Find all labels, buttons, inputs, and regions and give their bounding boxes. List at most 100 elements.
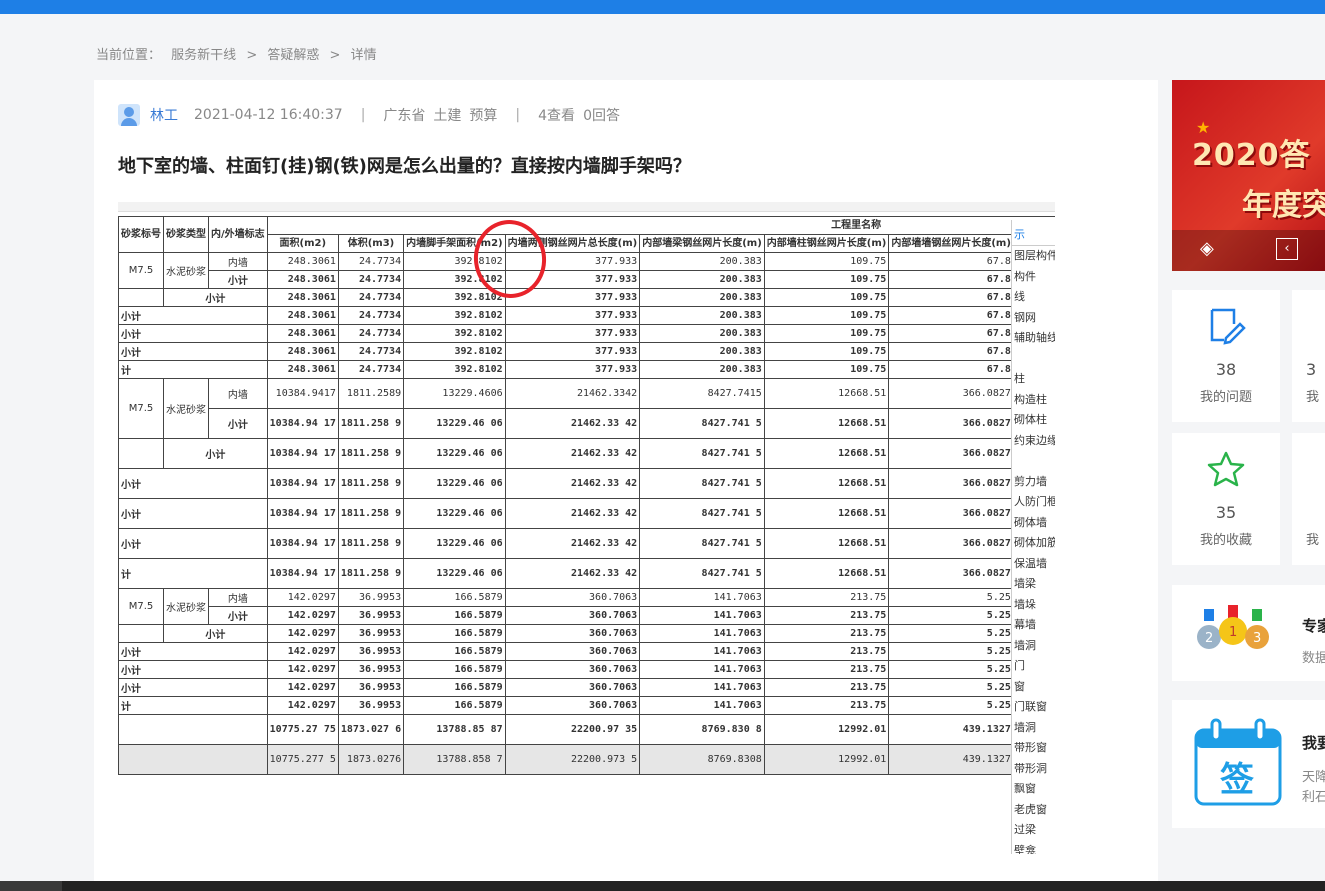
edit-icon xyxy=(1210,308,1246,345)
tree-item[interactable] xyxy=(1012,349,1055,370)
avatar[interactable] xyxy=(118,104,140,126)
table-cell: 13229.4606 xyxy=(403,378,506,409)
table-cell: 109.75 xyxy=(763,288,890,307)
tree-item[interactable]: 构件 xyxy=(1012,267,1055,288)
table-cell: 21462.33 42 xyxy=(504,468,641,499)
table-cell: 200.383 xyxy=(639,288,765,307)
tree-item[interactable]: 约束边缘 xyxy=(1012,431,1055,452)
tree-item[interactable]: 过梁 xyxy=(1012,820,1055,841)
tree-item[interactable]: 砌体柱 xyxy=(1012,410,1055,431)
table-cell: 小计 xyxy=(118,660,268,679)
tree-item[interactable]: 窗 xyxy=(1012,677,1055,698)
table-cell: 109.75 xyxy=(763,324,890,343)
table-header-cell: 内部墙墙钢丝网片长度(m) xyxy=(888,234,1014,253)
tree-item[interactable]: 老虎窗 xyxy=(1012,800,1055,821)
table-row: M7.5 水泥砂浆 内墙 142.0297 36.9953 166.5879 360.706… xyxy=(118,588,1055,625)
table-row: 小计 10384.94 17 1811.258 9 13229.46 06 21462.… xyxy=(118,438,1055,469)
table-cell: 水泥砂浆 xyxy=(163,378,209,439)
tree-item[interactable]: 人防门框 xyxy=(1012,492,1055,513)
my-favorites-card[interactable]: 35 我的收藏 xyxy=(1172,433,1280,565)
table-cell: 213.75 xyxy=(763,588,890,607)
banner-prev-button[interactable]: ‹ xyxy=(1276,238,1298,260)
tree-item[interactable]: 线 xyxy=(1012,287,1055,308)
table-cell: 5.25 xyxy=(888,624,1014,643)
promo-banner[interactable]: ★ 2020答 年度突 ◈ ‹ xyxy=(1172,80,1325,271)
author-name[interactable]: 林工 xyxy=(150,105,178,125)
table-cell: 13229.46 06 xyxy=(403,468,506,499)
tree-item[interactable]: 墙洞 xyxy=(1012,636,1055,657)
tree-item[interactable]: 门 xyxy=(1012,656,1055,677)
taskbar-start-button[interactable] xyxy=(0,881,62,891)
table-cell: 22200.973 5 xyxy=(504,744,641,775)
table-cell: 小计 xyxy=(208,270,268,289)
tree-item[interactable]: 砌体加筋 xyxy=(1012,533,1055,554)
star-outline-icon xyxy=(1207,451,1245,487)
table-cell: 366.0827 xyxy=(888,378,1014,409)
table-cell: 12668.51 xyxy=(763,498,890,529)
table-cell: 1811.258 9 xyxy=(337,558,405,589)
table-row: 小计 248.3061 24.7734 392.8102 377.933 200.383 1… xyxy=(118,288,1055,307)
table-header-cell: 内部墙柱钢丝网片长度(m) xyxy=(763,234,890,253)
banner-line2: 年度突 xyxy=(1242,188,1325,223)
table-cell: 366.0827 xyxy=(888,528,1014,559)
tree-item[interactable]: 图层构件 xyxy=(1012,246,1055,267)
tree-item[interactable]: 门联窗 xyxy=(1012,697,1055,718)
tree-item[interactable]: 辅助轴线 xyxy=(1012,328,1055,349)
breadcrumb-link-service[interactable]: 服务新干线 xyxy=(171,48,236,63)
tree-item[interactable]: 剪力墙 xyxy=(1012,472,1055,493)
table-cell: 377.933 xyxy=(504,342,641,361)
table-cell: 166.5879 xyxy=(403,678,506,697)
partial-stat-card[interactable]: 我 xyxy=(1292,433,1325,565)
table-cell: 8427.741 5 xyxy=(639,408,765,439)
table-row: 计 142.0297 36.9953 166.5879 360.7063 141.7063… xyxy=(118,696,1055,715)
tree-item[interactable]: 壁龛 xyxy=(1012,841,1055,855)
tree-item[interactable]: 墙洞 xyxy=(1012,718,1055,739)
table-cell: M7.5 xyxy=(118,378,164,439)
expert-card[interactable]: 2 1 3 专家 数据 xyxy=(1172,585,1325,681)
table-cell: 109.75 xyxy=(763,252,890,271)
table-cell: 小计 xyxy=(208,408,268,439)
table-cell: 166.5879 xyxy=(403,642,506,661)
attached-screenshot[interactable]: 砂浆标号 砂浆类型 内/外墙标志 工程里名称 面积(m2) 体积(m3) 内墙脚手架面积(m… xyxy=(118,202,1055,854)
breadcrumb-link-qa[interactable]: 答疑解惑 xyxy=(267,48,319,63)
tree-item[interactable]: 幕墙 xyxy=(1012,615,1055,636)
table-cell: 小计 xyxy=(118,342,268,361)
table-cell: 366.0827 xyxy=(888,558,1014,589)
tree-item[interactable]: 柱 xyxy=(1012,369,1055,390)
breadcrumb-separator: > xyxy=(329,48,341,63)
signin-card[interactable]: 签 我要 天降 利石 xyxy=(1172,700,1325,828)
tree-item[interactable]: 飘窗 xyxy=(1012,779,1055,800)
table-cell: 1811.258 9 xyxy=(337,528,405,559)
table-header-cell: 内部墙梁钢丝网片长度(m) xyxy=(639,234,765,253)
table-cell: 1811.258 9 xyxy=(337,438,405,469)
table-cell: 200.383 xyxy=(639,270,765,289)
tree-item[interactable] xyxy=(1012,451,1055,472)
tree-item[interactable]: 墙梁 xyxy=(1012,574,1055,595)
tree-item[interactable]: 带形洞 xyxy=(1012,759,1055,780)
table-cell: 109.75 xyxy=(763,360,890,379)
panel-tab[interactable]: 示 xyxy=(1012,220,1055,246)
partial-stat-card[interactable]: 3 我 xyxy=(1292,290,1325,422)
table-cell: 377.933 xyxy=(504,360,641,379)
tree-item[interactable]: 墙垛 xyxy=(1012,595,1055,616)
table-row: 小计 10384.94 17 1811.258 9 13229.46 06 21462.… xyxy=(119,408,1055,439)
tree-item[interactable]: 带形窗 xyxy=(1012,738,1055,759)
tree-item[interactable]: 构造柱 xyxy=(1012,390,1055,411)
table-header-cell: 面积(m2) xyxy=(266,234,339,253)
table-cell: 21462.33 42 xyxy=(504,528,641,559)
table-cell: 248.3061 xyxy=(266,252,339,271)
my-questions-card[interactable]: 38 我的问题 xyxy=(1172,290,1280,422)
table-cell: 439.1327 xyxy=(888,714,1014,745)
table-cell: 5.25 xyxy=(888,678,1014,697)
table-cell: 13229.46 06 xyxy=(403,408,506,439)
table-cell: 67.8 xyxy=(888,360,1014,379)
table-cell: 392.8102 xyxy=(403,342,506,361)
question-card: 林工 2021-04-12 16:40:37 | 广东省 土建 预算 | 4查看… xyxy=(94,80,1158,891)
tree-item[interactable]: 保温墙 xyxy=(1012,554,1055,575)
table-cell: 10775.277 5 xyxy=(266,744,339,775)
tree-item[interactable]: 钢网 xyxy=(1012,308,1055,329)
tree-item[interactable]: 砌体墙 xyxy=(1012,513,1055,534)
post-subcategory: 预算 xyxy=(469,108,498,124)
table-cell: 392.8102 xyxy=(403,360,506,379)
svg-text:2: 2 xyxy=(1205,631,1213,646)
